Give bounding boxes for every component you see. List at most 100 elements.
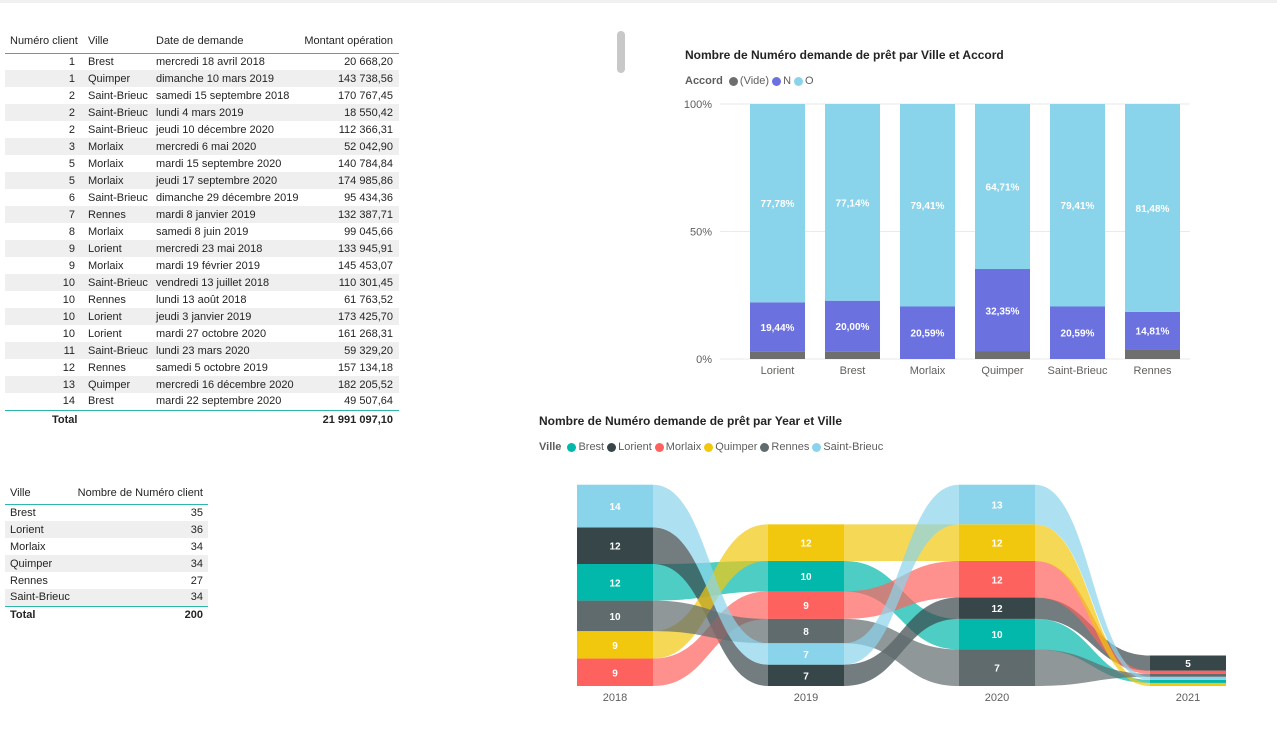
table-row[interactable]: Lorient 36 (5, 521, 208, 538)
cell-ville: Saint-Brieuc (83, 342, 151, 359)
table-row[interactable]: 5 Morlaix mardi 15 septembre 2020 140 784,8… (5, 155, 399, 172)
table-row[interactable]: 5 Morlaix jeudi 17 septembre 2020 174 985,8… (5, 172, 399, 189)
column-header-numero-client[interactable]: Numéro client (5, 29, 83, 54)
cell-date-de-demande: jeudi 10 décembre 2020 (156, 123, 275, 136)
ribbon-band[interactable] (844, 524, 959, 561)
data-label: 9 (612, 668, 618, 679)
data-label: 10 (991, 630, 1003, 641)
table-row[interactable]: Rennes 27 (5, 572, 208, 589)
cell-montant-operation: 182 205,52 (298, 376, 399, 393)
table-row[interactable]: 6 Saint-Brieuc dimanche 29 décembre 2019 95… (5, 189, 399, 206)
table-row[interactable]: 9 Morlaix mardi 19 février 2019 145 453,07 (5, 257, 399, 274)
loans-table-header: Numéro client Ville Date de demande Mont… (5, 29, 399, 54)
cell-date-de-demande: dimanche 10 mars 2019 (151, 70, 299, 87)
bar-segment[interactable] (975, 351, 1030, 359)
table-row[interactable]: 10 Rennes lundi 13 août 2018 61 763,52 (5, 291, 399, 308)
ribbon-column-segment[interactable] (1150, 673, 1226, 677)
legend-label: Morlaix (665, 441, 702, 453)
legend-item[interactable]: Lorient (607, 441, 652, 453)
data-label: 13 (991, 501, 1003, 512)
ribbon-column-segment[interactable] (1150, 676, 1226, 680)
ribbon-chart: 12 12 9 9 10 14 2018 10 7 9 12 8 7 2019 10 12 12 12 7 13 202… (577, 484, 1226, 704)
legend-item[interactable]: Saint-Brieuc (812, 441, 883, 453)
legend-label: Brest (578, 441, 605, 453)
table-row[interactable]: 1 Brest mercredi 18 avril 2018 20 668,20 (5, 53, 399, 70)
legend-label: Rennes (771, 441, 810, 453)
table-row[interactable]: 7 Rennes mardi 8 janvier 2019 132 387,71 (5, 206, 399, 223)
cell-ville: Lorient (83, 308, 151, 325)
cell-numero-client: 8 (68, 225, 75, 238)
legend-item[interactable]: N (772, 75, 791, 87)
table-row[interactable]: 10 Saint-Brieuc vendredi 13 juillet 2018 11… (5, 274, 399, 291)
legend-item[interactable]: Morlaix (654, 441, 702, 453)
legend-item[interactable]: Quimper (704, 441, 757, 453)
bar-segment[interactable] (1125, 349, 1180, 359)
cell-nombre-de-numero-client: 27 (190, 574, 203, 587)
bar-segment[interactable] (825, 351, 880, 359)
table-row[interactable]: 2 Saint-Brieuc lundi 4 mars 2019 18 550,42 (5, 104, 399, 121)
loans-table-total-row: Total 21 991 097,10 (5, 409, 399, 430)
legend-item[interactable]: Brest (567, 441, 604, 453)
cell-montant-operation: 157 134,18 (337, 361, 393, 374)
table-row[interactable]: 9 Lorient mercredi 23 mai 2018 133 945,91 (5, 240, 399, 257)
legend-dot-icon (812, 442, 822, 452)
cell-ville: Morlaix (88, 157, 124, 170)
cell-ville: Lorient (83, 240, 151, 257)
table-row[interactable]: 11 Saint-Brieuc lundi 23 mars 2020 59 329,2… (5, 342, 399, 359)
column-header-ville[interactable]: Ville (83, 29, 151, 54)
column-header-ville[interactable]: Ville (5, 482, 71, 505)
table-row[interactable]: 8 Morlaix samedi 8 juin 2019 99 045,66 (5, 223, 399, 240)
table-row[interactable]: 13 Quimper mercredi 16 décembre 2020 182 20… (5, 376, 399, 393)
table-row[interactable]: 10 Lorient mardi 27 octobre 2020 161 268,31 (5, 325, 399, 342)
cell-ville: Brest (88, 55, 114, 68)
cell-montant-operation: 52 042,90 (298, 138, 399, 155)
cell-numero-client: 10 (62, 327, 75, 340)
data-label: 12 (991, 539, 1003, 550)
table-row[interactable]: Quimper 34 (5, 555, 208, 572)
total-value: 200 (70, 605, 208, 623)
data-label: 10 (609, 612, 621, 623)
cell-date-de-demande: mercredi 16 décembre 2020 (151, 376, 299, 393)
cell-montant-operation: 95 434,36 (344, 191, 393, 204)
cell-montant-operation: 173 425,70 (298, 308, 399, 325)
table-row[interactable]: Saint-Brieuc 34 (5, 589, 208, 606)
ribbon-column-segment[interactable] (1150, 679, 1226, 683)
legend-item[interactable]: O (794, 75, 814, 87)
cell-montant-operation: 170 767,45 (337, 89, 393, 102)
table-row[interactable]: Brest 35 (5, 504, 208, 521)
table-row[interactable]: 2 Saint-Brieuc samedi 15 septembre 2018 170… (5, 87, 399, 104)
cell-nombre-de-numero-client: 34 (190, 540, 203, 553)
column-header-nombre-de-numero-client[interactable]: Nombre de Numéro client (70, 482, 208, 505)
cell-numero-client: 6 (68, 191, 75, 204)
legend-label: Saint-Brieuc (823, 441, 884, 453)
table-row[interactable]: Morlaix 34 (5, 538, 208, 555)
legend-item[interactable]: (Vide) (728, 75, 769, 87)
cell-montant-operation: 140 784,84 (337, 157, 393, 170)
data-label: 9 (612, 641, 618, 652)
cell-numero-client: 2 (68, 123, 75, 136)
legend-item[interactable]: Rennes (760, 441, 809, 453)
table-row[interactable]: 12 Rennes samedi 5 octobre 2019 157 134,18 (5, 359, 399, 376)
ville-table-total-row: Total 200 (5, 605, 208, 623)
cell-date-de-demande: mercredi 23 mai 2018 (151, 240, 299, 257)
column-header-montant-operation[interactable]: Montant opération (298, 29, 399, 54)
cell-montant-operation: 161 268,31 (337, 327, 393, 340)
cell-montant-operation: 99 045,66 (344, 225, 393, 238)
bar-segment[interactable] (750, 351, 805, 359)
ribbon-column-segment[interactable] (1150, 682, 1226, 686)
cell-ville: Morlaix (10, 540, 46, 553)
cell-ville: Morlaix (83, 138, 151, 155)
table-row[interactable]: 14 Brest mardi 22 septembre 2020 49 507,64 (5, 393, 399, 410)
ribbon-column-segment[interactable] (1150, 670, 1226, 674)
table-row[interactable]: 10 Lorient jeudi 3 janvier 2019 173 425,70 (5, 308, 399, 325)
cell-numero-client: 12 (62, 361, 75, 374)
cell-ville: Morlaix (88, 225, 124, 238)
table-row[interactable]: 1 Quimper dimanche 10 mars 2019 143 738,56 (5, 70, 399, 87)
loans-table: Numéro client Ville Date de demande Mont… (5, 29, 399, 430)
cell-numero-client: 5 (5, 172, 83, 189)
table-row[interactable]: 2 Saint-Brieuc jeudi 10 décembre 2020 112 3… (5, 121, 399, 138)
table-row[interactable]: 3 Morlaix mercredi 6 mai 2020 52 042,90 (5, 138, 399, 155)
cell-nombre-de-numero-client: 35 (190, 506, 203, 519)
column-header-date-de-demande[interactable]: Date de demande (151, 29, 299, 54)
page-scrollbar[interactable] (617, 31, 625, 73)
